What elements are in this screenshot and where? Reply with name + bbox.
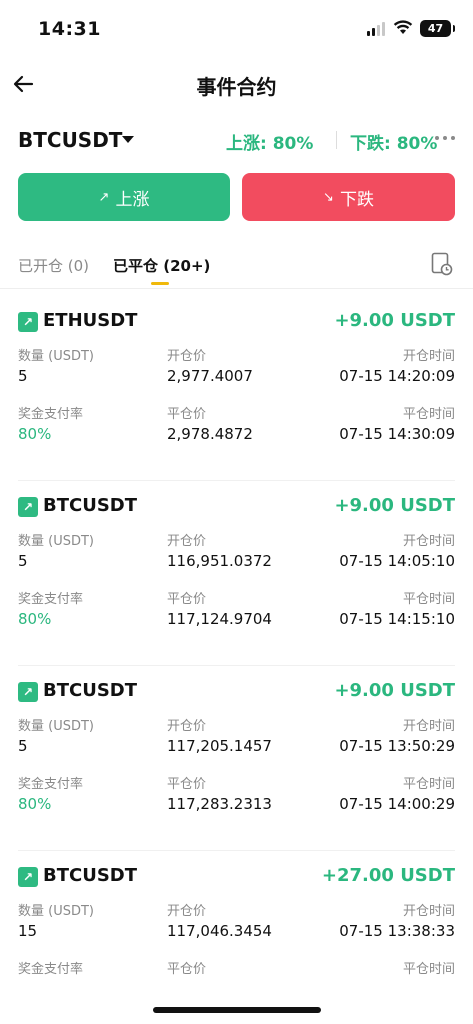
- arrow-up-right-icon: ↗: [18, 682, 38, 702]
- position-symbol: BTCUSDT: [43, 865, 138, 886]
- open-price-value: 117,046.3454: [167, 922, 272, 940]
- position-pnl: +27.00 USDT: [321, 865, 455, 886]
- open-time-label: 开仓时间: [402, 349, 455, 364]
- amount-label: 数量 (USDT): [18, 904, 94, 919]
- nav-bar: 事件合约: [0, 60, 473, 108]
- divider: [18, 665, 455, 666]
- arrow-up-right-icon: ↗: [18, 312, 38, 332]
- payout-label: 奖金支付率: [18, 407, 84, 422]
- active-tab-indicator: [151, 282, 169, 285]
- card-header: ↗ BTCUSDT +9.00 USDT: [18, 679, 455, 707]
- payout-value: 80%: [18, 610, 52, 628]
- more-options-icon[interactable]: [435, 136, 455, 140]
- tab-closed-positions[interactable]: 已平仓 (20+): [113, 255, 210, 276]
- close-time-label: 平仓时间: [402, 962, 455, 977]
- rise-payout-rate: 上涨: 80%: [226, 134, 314, 154]
- amount-value: 15: [18, 922, 38, 940]
- close-price-value: 2,978.4872: [167, 425, 253, 443]
- close-time-label: 平仓时间: [402, 777, 455, 792]
- position-card[interactable]: ↗ BTCUSDT +9.00 USDT 数量 (USDT) 开仓价 开仓时间 …: [18, 494, 455, 666]
- arrow-up-right-icon: ↗: [98, 189, 110, 205]
- position-pnl: +9.00 USDT: [334, 495, 455, 516]
- open-time-label: 开仓时间: [402, 904, 455, 919]
- payout-value: 80%: [18, 795, 52, 813]
- position-symbol: ETHUSDT: [43, 310, 138, 331]
- amount-value: 5: [18, 367, 28, 385]
- card-header: ↗ BTCUSDT +9.00 USDT: [18, 494, 455, 522]
- arrow-down-right-icon: ↘: [323, 189, 334, 205]
- close-time-value: 07-15 14:00:29: [339, 795, 455, 813]
- arrow-up-right-icon: ↗: [18, 867, 38, 887]
- position-symbol: BTCUSDT: [43, 680, 138, 701]
- close-time-value: 07-15 14:30:09: [339, 425, 455, 443]
- open-price-label: 开仓价: [167, 719, 207, 734]
- close-price-label: 平仓价: [167, 407, 207, 422]
- amount-label: 数量 (USDT): [18, 534, 94, 549]
- rise-button[interactable]: ↗ 上涨: [18, 173, 230, 221]
- position-tabs: 已开仓 (0) 已平仓 (20+): [18, 250, 455, 288]
- home-indicator[interactable]: [153, 1007, 321, 1013]
- divider: [18, 850, 455, 851]
- card-header: ↗ BTCUSDT +27.00 USDT: [18, 864, 455, 892]
- payout-label: 奖金支付率: [18, 962, 84, 977]
- open-price-value: 116,951.0372: [167, 552, 272, 570]
- divider: [18, 480, 455, 481]
- divider: [336, 131, 337, 149]
- history-icon[interactable]: [431, 252, 453, 276]
- close-time-value: 07-15 14:15:10: [339, 610, 455, 628]
- open-time-value: 07-15 14:20:09: [339, 367, 455, 385]
- card-header: ↗ ETHUSDT +9.00 USDT: [18, 309, 455, 337]
- close-price-value: 117,283.2313: [167, 795, 272, 813]
- open-time-label: 开仓时间: [402, 534, 455, 549]
- arrow-up-right-icon: ↗: [18, 497, 38, 517]
- fall-button-label: 下跌: [339, 189, 374, 210]
- amount-label: 数量 (USDT): [18, 349, 94, 364]
- close-price-value: 117,124.9704: [167, 610, 272, 628]
- page-title: 事件合约: [196, 75, 277, 99]
- open-price-label: 开仓价: [167, 534, 207, 549]
- amount-value: 5: [18, 737, 28, 755]
- open-price-label: 开仓价: [167, 349, 207, 364]
- open-time-value: 07-15 13:50:29: [339, 737, 455, 755]
- battery-icon: 47: [420, 20, 455, 37]
- open-price-value: 117,205.1457: [167, 737, 272, 755]
- signal-icon: [367, 22, 385, 36]
- close-price-label: 平仓价: [167, 962, 207, 977]
- amount-label: 数量 (USDT): [18, 719, 94, 734]
- open-price-value: 2,977.4007: [167, 367, 253, 385]
- position-pnl: +9.00 USDT: [334, 680, 455, 701]
- open-time-label: 开仓时间: [402, 719, 455, 734]
- status-time: 14:31: [38, 18, 101, 40]
- position-pnl: +9.00 USDT: [334, 310, 455, 331]
- fall-payout-rate: 下跌: 80%: [350, 134, 438, 154]
- amount-value: 5: [18, 552, 28, 570]
- pair-selector[interactable]: BTCUSDT: [18, 128, 122, 152]
- caret-down-icon[interactable]: [122, 136, 134, 143]
- close-price-label: 平仓价: [167, 777, 207, 792]
- close-price-label: 平仓价: [167, 592, 207, 607]
- open-price-label: 开仓价: [167, 904, 207, 919]
- payout-label: 奖金支付率: [18, 777, 84, 792]
- position-symbol: BTCUSDT: [43, 495, 138, 516]
- divider: [0, 288, 473, 289]
- payout-value: 80%: [18, 425, 52, 443]
- pair-row: BTCUSDT 上涨: 80% 下跌: 80%: [18, 124, 455, 158]
- status-bar: 14:31 47: [0, 0, 473, 60]
- rise-button-label: 上涨: [115, 189, 150, 210]
- position-card[interactable]: ↗ BTCUSDT +27.00 USDT 数量 (USDT) 开仓价 开仓时间…: [18, 864, 455, 982]
- close-time-label: 平仓时间: [402, 407, 455, 422]
- wifi-icon: [393, 20, 413, 34]
- open-time-value: 07-15 13:38:33: [339, 922, 455, 940]
- position-card[interactable]: ↗ ETHUSDT +9.00 USDT 数量 (USDT) 开仓价 开仓时间 …: [18, 309, 455, 481]
- fall-button[interactable]: ↘ 下跌: [242, 173, 455, 221]
- payout-label: 奖金支付率: [18, 592, 84, 607]
- open-time-value: 07-15 14:05:10: [339, 552, 455, 570]
- close-time-label: 平仓时间: [402, 592, 455, 607]
- tab-open-positions[interactable]: 已开仓 (0): [18, 255, 89, 276]
- position-card[interactable]: ↗ BTCUSDT +9.00 USDT 数量 (USDT) 开仓价 开仓时间 …: [18, 679, 455, 851]
